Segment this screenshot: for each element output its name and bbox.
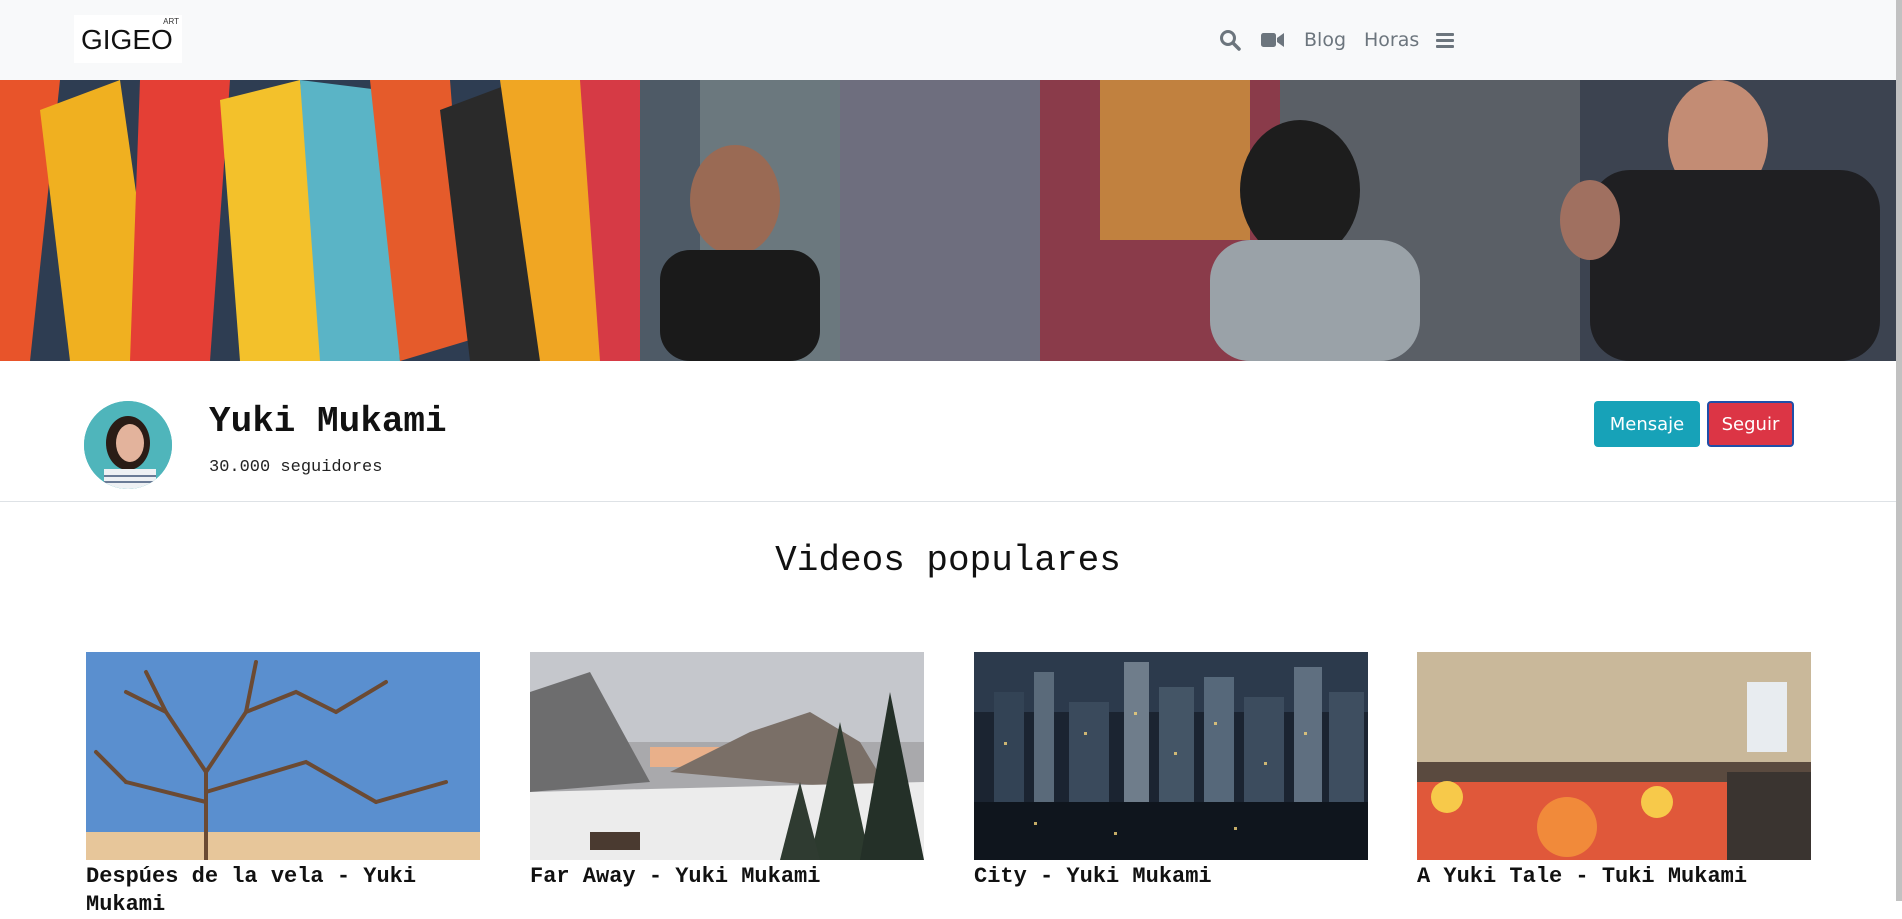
search-button[interactable] [1219, 25, 1241, 55]
video-thumbnail[interactable] [530, 652, 924, 860]
scrollbar-thumb[interactable] [1896, 0, 1902, 901]
avatar-photo [84, 401, 172, 489]
nav-blog-label: Blog [1304, 29, 1346, 51]
brand-tag: ART [163, 17, 179, 26]
dead-tree-photo [86, 652, 480, 860]
city-night-photo [974, 652, 1368, 860]
video-title[interactable]: City - Yuki Mukami [974, 863, 1368, 891]
hamburger-menu-icon [1436, 32, 1454, 48]
page-scrollbar[interactable] [1896, 0, 1902, 901]
top-navbar: GIGEO ART Blog Horas [0, 0, 1896, 80]
video-thumbnail[interactable] [86, 652, 480, 860]
video-title[interactable]: A Yuki Tale - Tuki Mukami [1417, 863, 1811, 891]
video-thumbnail[interactable] [974, 652, 1368, 860]
video-title[interactable]: Far Away - Yuki Mukami [530, 863, 924, 891]
avatar[interactable] [84, 401, 172, 489]
brand-name: GIGEO [81, 24, 173, 55]
video-card[interactable]: A Yuki Tale - Tuki Mukami [1417, 652, 1811, 891]
profile-header: Yuki Mukami 30.000 seguidores Mensaje Se… [0, 361, 1896, 502]
video-camera-icon [1261, 33, 1284, 47]
nav-link-blog[interactable]: Blog [1304, 25, 1346, 55]
cover-image [0, 80, 1896, 361]
nav-horas-label: Horas [1364, 29, 1420, 51]
video-card[interactable]: Despúes de la vela - Yuki Mukami [86, 652, 480, 919]
profile-name: Yuki Mukami [209, 401, 447, 442]
video-card[interactable]: Far Away - Yuki Mukami [530, 652, 924, 891]
followers-count: 30.000 seguidores [209, 458, 383, 477]
brand-logo[interactable]: GIGEO ART [74, 15, 182, 63]
search-icon [1220, 30, 1241, 51]
message-button[interactable]: Mensaje [1594, 401, 1700, 447]
follow-button[interactable]: Seguir [1707, 401, 1794, 447]
nav-link-horas[interactable]: Horas [1364, 25, 1419, 55]
video-button[interactable] [1261, 25, 1285, 55]
menu-button[interactable] [1436, 25, 1454, 55]
video-thumbnail[interactable] [1417, 652, 1811, 860]
section-title: Videos populares [775, 540, 1121, 581]
snowy-mountains-photo [530, 652, 924, 860]
video-title[interactable]: Despúes de la vela - Yuki Mukami [86, 863, 480, 919]
video-card[interactable]: City - Yuki Mukami [974, 652, 1368, 891]
graffiti-crowd-photo [0, 80, 1896, 361]
japanese-shop-photo [1417, 652, 1811, 860]
